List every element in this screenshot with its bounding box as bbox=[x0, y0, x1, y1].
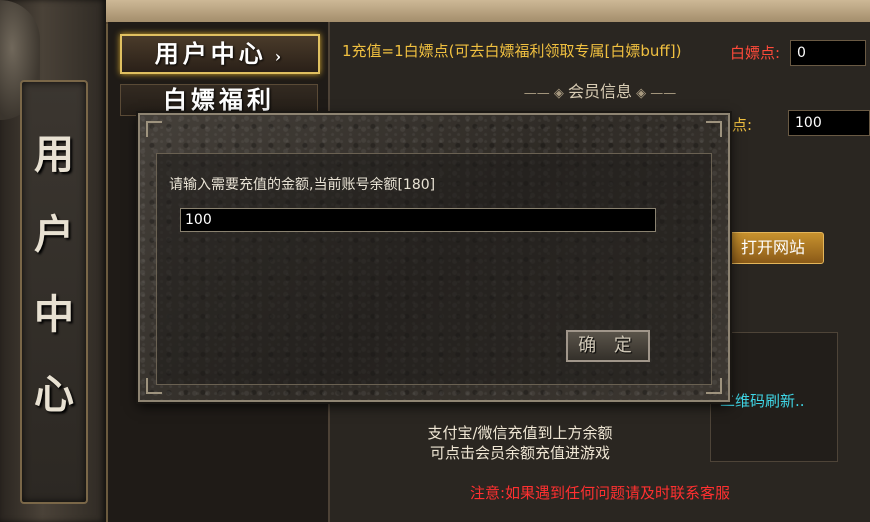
points-value-field: 0 bbox=[790, 40, 866, 66]
pay-instruction-line-1: 支付宝/微信充值到上方余额 bbox=[427, 424, 613, 442]
recharge-info-text: 1充值=1白嫖点(可去白嫖福利领取专属[白嫖buff]) bbox=[342, 42, 682, 60]
banner-char-1: 用 bbox=[34, 131, 74, 178]
confirm-button[interactable]: 确 定 bbox=[566, 330, 650, 362]
balance-value-field: 100 bbox=[788, 110, 870, 136]
recharge-amount-input[interactable] bbox=[180, 208, 656, 232]
banner-char-3: 中 bbox=[34, 291, 74, 338]
points-label: 白嫖点: bbox=[730, 44, 781, 62]
chevron-right-icon: › bbox=[274, 47, 286, 66]
top-marble-strip bbox=[106, 0, 870, 24]
corner-ornament-icon bbox=[706, 121, 722, 137]
left-decorative-pillar: 用 户 中 心 bbox=[0, 0, 108, 522]
pay-instruction-line-2[interactable]: 可点击会员余额充值进游戏 bbox=[330, 442, 710, 463]
banner-char-4: 心 bbox=[34, 371, 74, 418]
nav-welfare-label: 白嫖福利 bbox=[163, 85, 275, 114]
diamond-left-icon: —— ◈ bbox=[523, 86, 568, 101]
notice-text: 注意:如果遇到任何问题请及时联系客服 bbox=[469, 484, 731, 502]
nav-user-center-label: 用户中心 bbox=[154, 39, 267, 68]
qr-refresh-text[interactable]: 二维码刷新.. bbox=[720, 390, 805, 411]
member-info-title: —— ◈ 会员信息 ◈ —— bbox=[330, 78, 870, 101]
open-website-button[interactable]: 打开网站 bbox=[722, 232, 824, 264]
nav-user-center-button[interactable]: 用户中心 › bbox=[120, 34, 320, 74]
balance-label: 点: bbox=[732, 116, 753, 134]
corner-ornament-icon bbox=[146, 121, 162, 137]
diamond-right-icon: ◈ —— bbox=[632, 86, 677, 101]
nav-welfare-button[interactable]: 白嫖福利 bbox=[120, 84, 318, 116]
user-center-banner: 用 户 中 心 bbox=[20, 80, 88, 504]
banner-char-2: 户 bbox=[34, 211, 74, 258]
recharge-prompt-text: 请输入需要充值的金额,当前账号余额[180] bbox=[169, 177, 436, 193]
member-info-title-text: 会员信息 bbox=[567, 82, 632, 101]
